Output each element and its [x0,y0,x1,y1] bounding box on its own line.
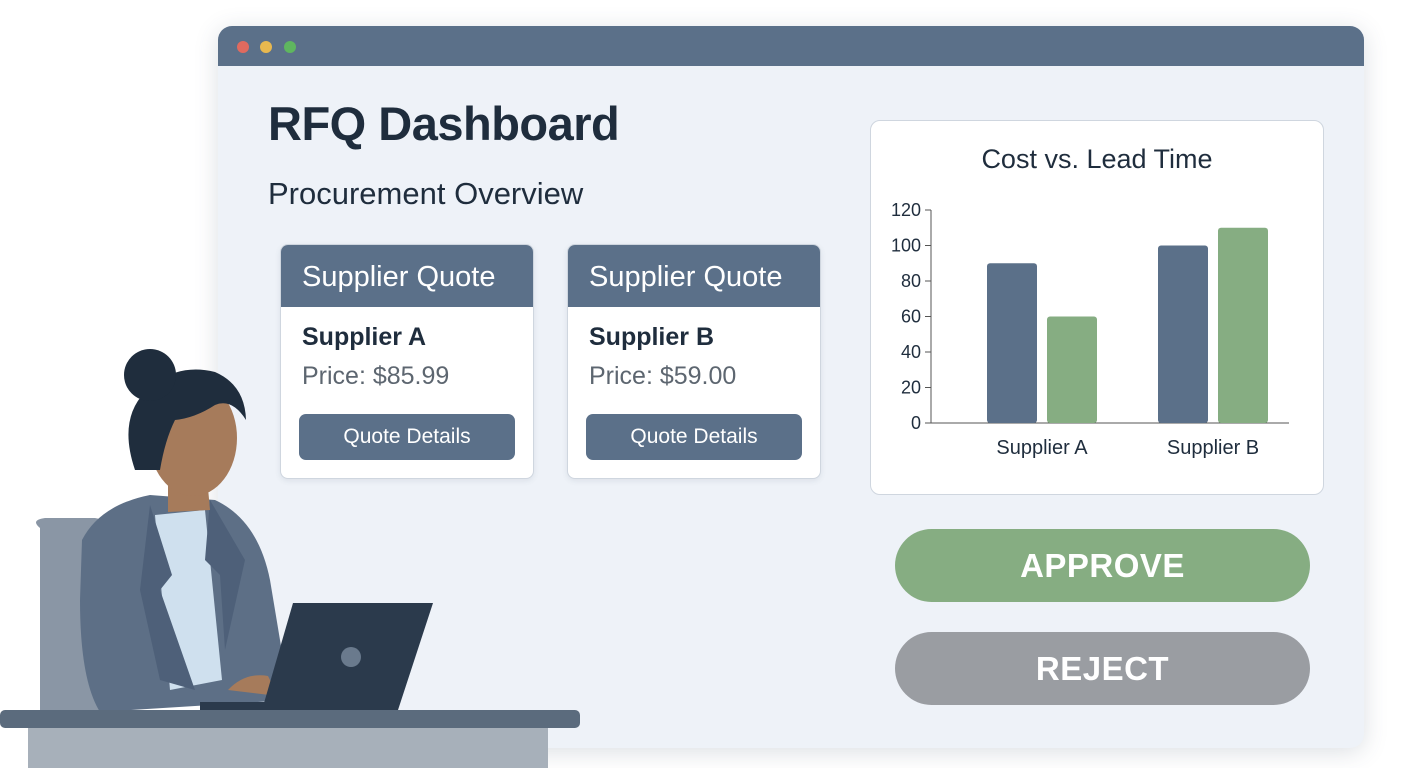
bar-chart: Cost vs. Lead Time 0 20 40 60 80 100 120 Suppl… [891,144,1289,459]
desk-top [0,710,580,728]
desk-front [28,728,548,768]
person-at-laptop-illustration [0,349,580,768]
x-tick-label: Supplier B [1167,437,1259,459]
y-tick-label: 100 [891,236,921,256]
supplier-price: Price: $59.00 [589,362,737,390]
chart-bars [987,227,1268,423]
chart-title: Cost vs. Lead Time [981,144,1212,174]
hair-bun [124,349,176,401]
chart-x-labels: Supplier A Supplier B [996,437,1259,459]
x-tick-label: Supplier A [996,437,1088,459]
y-tick-label: 20 [901,378,921,398]
cost-lead-time-chart-panel: Cost vs. Lead Time 0 20 40 60 80 100 120 Suppl… [870,120,1324,495]
quote-details-button-b[interactable]: Quote Details [586,414,802,460]
bar-supplier-a-series-2 [1047,316,1097,423]
approve-button[interactable]: APPROVE [895,529,1310,602]
maximize-window-icon[interactable] [284,41,296,53]
y-tick-label: 120 [891,200,921,220]
bar-supplier-a-series-1 [987,263,1037,423]
y-tick-label: 80 [901,271,921,291]
card-header: Supplier Quote [568,245,820,307]
supplier-name: Supplier B [589,323,715,351]
laptop-logo-icon [341,647,361,667]
supplier-quote-card-b: Supplier Quote Supplier B Price: $59.00 … [567,244,821,479]
close-window-icon[interactable] [237,41,249,53]
bar-supplier-b-series-2 [1218,227,1268,423]
reject-button[interactable]: REJECT [895,632,1310,705]
y-tick-label: 60 [901,307,921,327]
bar-supplier-b-series-1 [1158,245,1208,423]
y-tick-label: 0 [911,413,921,433]
minimize-window-icon[interactable] [260,41,272,53]
page-subtitle: Procurement Overview [268,176,584,211]
y-tick-label: 40 [901,342,921,362]
card-header: Supplier Quote [281,245,533,307]
window-titlebar [218,26,1364,66]
page-title: RFQ Dashboard [268,97,620,150]
